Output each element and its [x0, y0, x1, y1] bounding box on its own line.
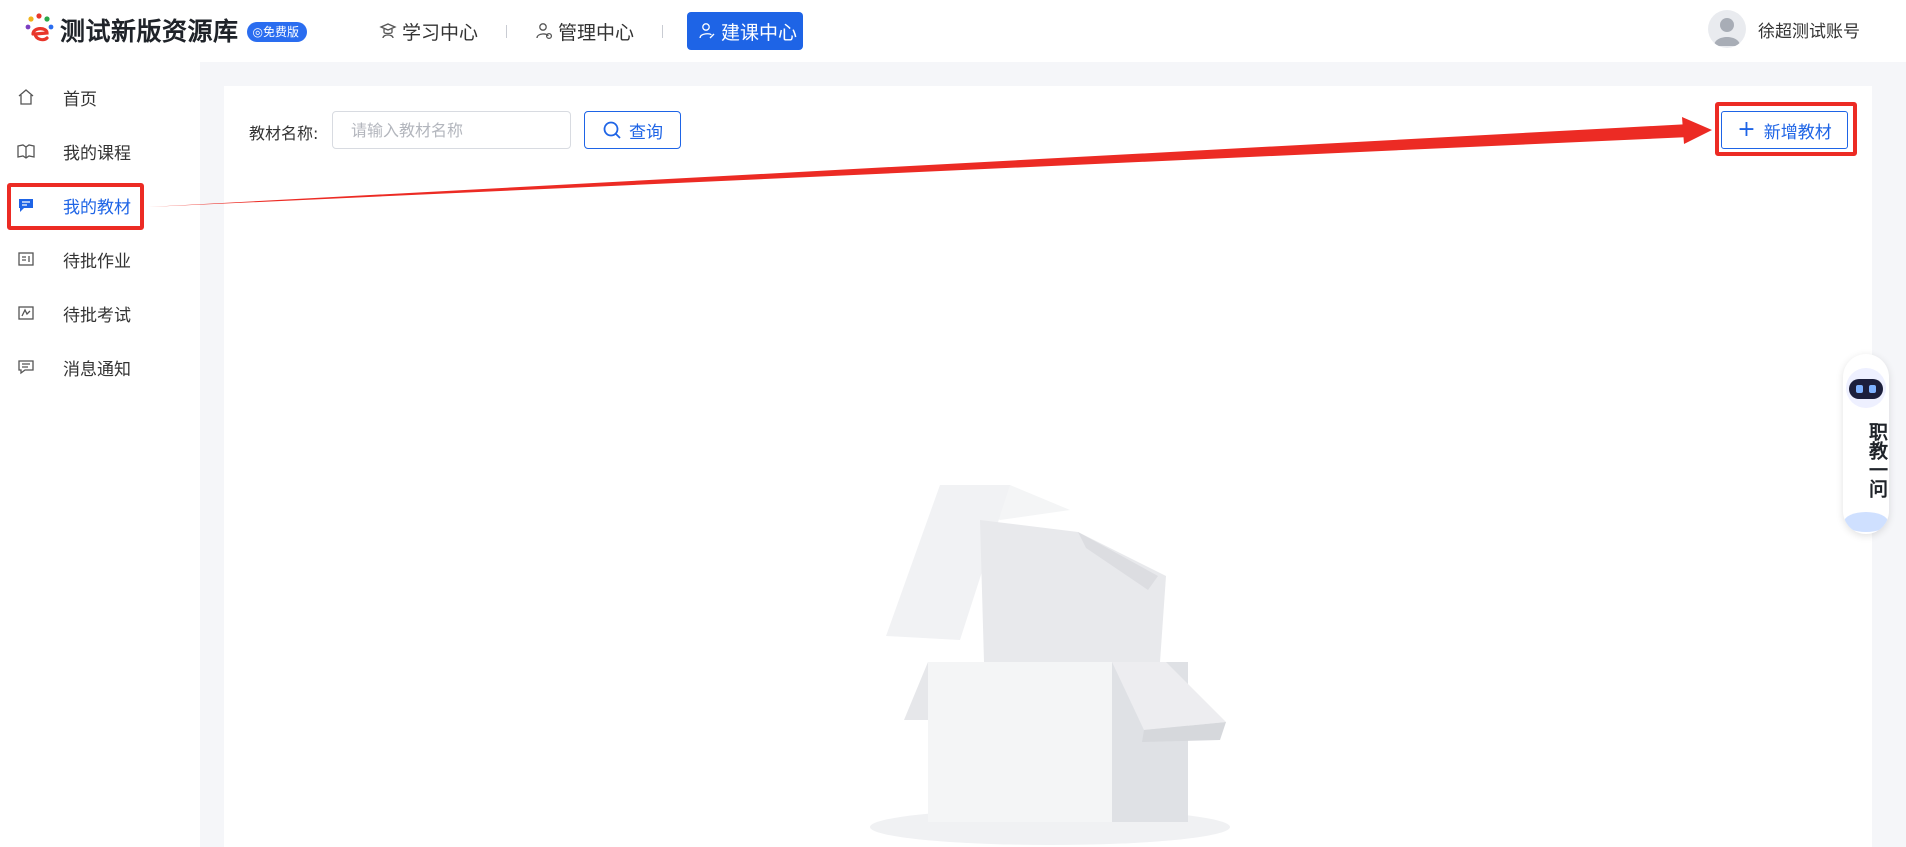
assistant-widget[interactable]: 职教一问 — [1843, 354, 1889, 534]
sidebar-item-my-courses[interactable]: 我的课程 — [0, 124, 200, 178]
logo-icon — [25, 13, 54, 42]
query-button-label: 查询 — [629, 122, 663, 143]
cloud-icon — [1844, 512, 1888, 532]
sidebar-item-label: 首页 — [63, 89, 97, 110]
sidebar-item-label: 消息通知 — [63, 359, 131, 380]
empty-box-illustration — [870, 485, 1230, 845]
nav-divider — [662, 24, 664, 38]
book-icon — [17, 144, 35, 159]
logo[interactable]: 测试新版资源库 ◎免费版 — [22, 12, 308, 48]
nav-divider — [506, 24, 508, 38]
nav-label: 建课中心 — [721, 21, 798, 44]
annotation-highlight-sidebar — [7, 183, 144, 230]
message-icon — [18, 360, 34, 375]
sidebar-item-label: 我的课程 — [63, 143, 131, 164]
sidebar: 首页 我的课程 我的教材 待批作业 待批考试 消息通知 — [0, 62, 200, 847]
teacher-icon — [699, 23, 715, 39]
sidebar-item-home[interactable]: 首页 — [0, 70, 200, 124]
annotation-highlight-add-button — [1715, 102, 1857, 156]
assistant-label: 职教一问 — [1866, 422, 1888, 498]
top-header: 测试新版资源库 ◎免费版 学习中心 管理中心 建课中心 徐超测试账号 — [0, 0, 1906, 62]
nav-management-center[interactable]: 管理中心 — [531, 13, 638, 49]
sidebar-item-pending-exams[interactable]: 待批考试 — [0, 286, 200, 340]
search-icon — [603, 121, 621, 139]
nav-course-building-center[interactable]: 建课中心 — [687, 12, 804, 50]
graduate-icon — [379, 23, 397, 39]
free-badge-label: 免费版 — [263, 25, 300, 39]
query-button[interactable]: 查询 — [584, 111, 681, 149]
textbook-name-label: 教材名称: — [249, 124, 319, 143]
exam-icon — [18, 306, 34, 320]
homework-icon — [18, 252, 34, 266]
home-icon — [18, 89, 34, 105]
textbook-name-input[interactable] — [332, 111, 571, 149]
manager-icon — [536, 23, 553, 40]
free-badge: ◎免费版 — [246, 22, 308, 42]
app-title: 测试新版资源库 — [60, 17, 239, 46]
sidebar-item-label: 待批考试 — [63, 305, 131, 326]
sidebar-item-pending-homework[interactable]: 待批作业 — [0, 232, 200, 286]
sidebar-item-label: 待批作业 — [63, 251, 131, 272]
robot-icon — [1846, 368, 1886, 408]
top-nav: 学习中心 管理中心 建课中心 — [375, 12, 804, 50]
sidebar-item-notifications[interactable]: 消息通知 — [0, 340, 200, 394]
user-name: 徐超测试账号 — [1758, 21, 1860, 42]
user-icon — [1714, 18, 1740, 46]
user-menu[interactable]: 徐超测试账号 — [1708, 10, 1860, 48]
nav-label: 学习中心 — [402, 21, 479, 44]
avatar[interactable] — [1708, 10, 1746, 48]
nav-label: 管理中心 — [558, 21, 635, 44]
nav-learning-center[interactable]: 学习中心 — [375, 13, 482, 49]
